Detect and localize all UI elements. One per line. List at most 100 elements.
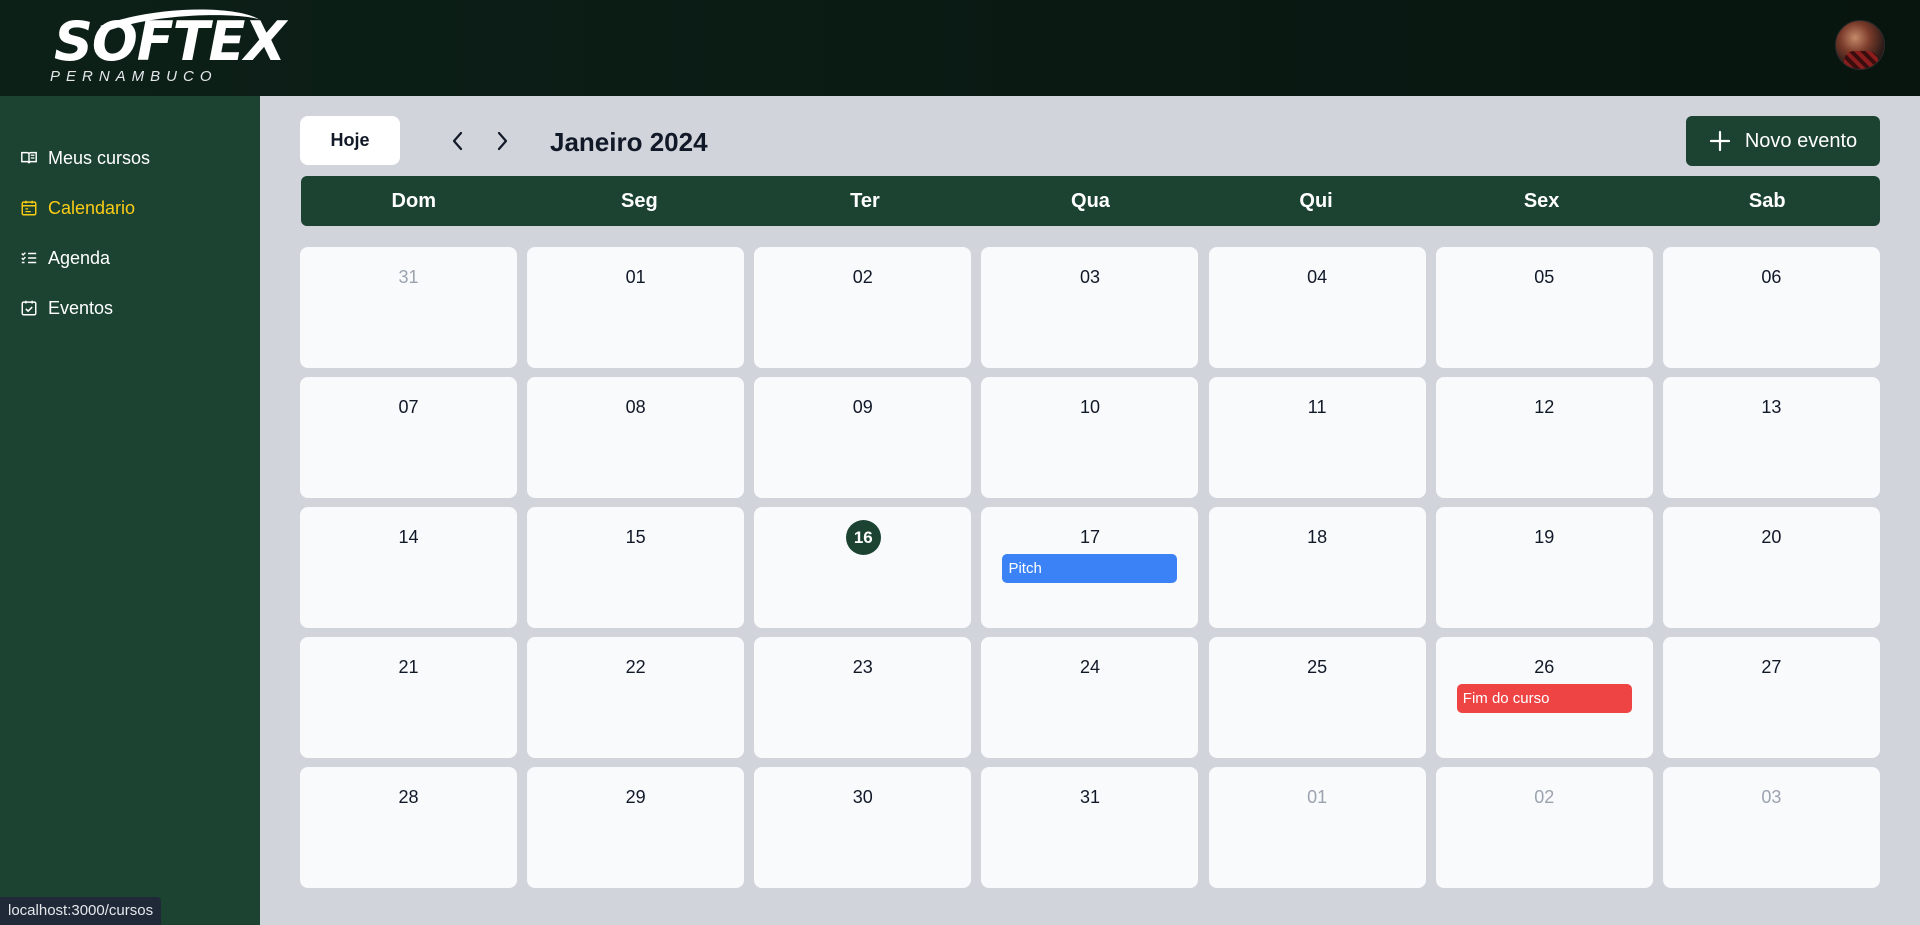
calendar-day[interactable]: 07 [300, 377, 517, 498]
sidebar-item-agenda[interactable]: Agenda [20, 246, 110, 270]
day-number: 16 [845, 520, 881, 555]
calendar-day[interactable]: 04 [1208, 247, 1426, 368]
calendar-day[interactable]: 11 [1208, 377, 1426, 498]
new-event-label: Novo evento [1744, 129, 1858, 152]
day-number: 29 [625, 787, 646, 807]
prev-month-button[interactable] [443, 124, 473, 158]
calendar-event[interactable]: Fim do curso [1456, 684, 1632, 713]
day-number: 21 [398, 657, 419, 677]
calendar-day[interactable]: 30 [754, 767, 972, 888]
sidebar-item-label: Calendario [48, 197, 136, 218]
day-number: 31 [1079, 787, 1100, 807]
today-button[interactable]: Hoje [300, 116, 400, 165]
sidebar-item-label: Meus cursos [48, 147, 151, 168]
book-open-icon [21, 151, 37, 164]
calendar-day[interactable]: 23 [754, 637, 972, 758]
day-number: 06 [1761, 267, 1782, 287]
day-number: 31 [398, 267, 419, 287]
day-number: 18 [1307, 527, 1328, 547]
calendar-check-icon [21, 300, 37, 316]
calendar-day[interactable]: 15 [527, 507, 745, 628]
day-number: 01 [1307, 787, 1328, 807]
logo-subtext: PERNAMBUCO [50, 68, 218, 85]
day-number: 15 [625, 527, 646, 547]
calendar-day[interactable]: 03 [981, 247, 1199, 368]
day-number: 10 [1079, 397, 1100, 417]
weekday-label: Seg [621, 189, 658, 212]
day-number: 05 [1534, 267, 1555, 287]
plus-icon [1709, 130, 1730, 152]
calendar-day[interactable]: 03 [1662, 767, 1880, 888]
weekday-label: Qui [1299, 189, 1333, 212]
day-number: 02 [852, 267, 873, 287]
calendar-day[interactable]: 08 [527, 377, 745, 498]
calendar-icon [21, 200, 37, 216]
day-number: 13 [1761, 397, 1782, 417]
calendar-day[interactable]: 28 [300, 767, 517, 888]
softex-logo[interactable]: SOFTEX PERNAMBUCO [50, 8, 286, 88]
calendar-day[interactable]: 26 Fim do curso [1435, 637, 1653, 758]
status-bar-url: localhost:3000/cursos [0, 897, 162, 925]
calendar-day[interactable]: 02 [1435, 767, 1653, 888]
calendar-day[interactable]: 31 [981, 767, 1199, 888]
day-number: 28 [398, 787, 419, 807]
weekday-label: Ter [850, 189, 880, 212]
next-month-button[interactable] [487, 124, 517, 158]
day-number: 23 [852, 657, 873, 677]
day-number: 01 [625, 267, 646, 287]
calendar-event[interactable]: Pitch [1002, 554, 1178, 583]
user-avatar[interactable] [1835, 20, 1885, 70]
calendar-day-today[interactable]: 16 [754, 507, 972, 628]
calendar-day[interactable]: 31 [300, 247, 517, 368]
calendar-day[interactable]: 21 [300, 637, 517, 758]
calendar-day[interactable]: 12 [1435, 377, 1653, 498]
calendar-day[interactable]: 14 [300, 507, 517, 628]
calendar-day[interactable]: 13 [1662, 377, 1880, 498]
weekday-label: Sab [1748, 189, 1786, 212]
logo-text: SOFTEX [54, 10, 286, 73]
top-bar: SOFTEX PERNAMBUCO [0, 0, 1920, 96]
month-title: Janeiro 2024 [550, 127, 708, 157]
day-number: 08 [625, 397, 646, 417]
day-number: 14 [398, 527, 419, 547]
calendar-day[interactable]: 01 [1208, 767, 1426, 888]
calendar-day[interactable]: 22 [527, 637, 745, 758]
calendar-day[interactable]: 06 [1662, 247, 1880, 368]
weekday-label: Sex [1523, 189, 1560, 212]
calendar-day[interactable]: 01 [527, 247, 745, 368]
calendar-day[interactable]: 19 [1435, 507, 1653, 628]
day-number: 17 [1079, 527, 1100, 547]
new-event-button[interactable]: Novo evento [1686, 116, 1880, 166]
calendar-day[interactable]: 09 [754, 377, 972, 498]
calendar-day[interactable]: 20 [1662, 507, 1880, 628]
sidebar-item-meus-cursos[interactable]: Meus cursos [20, 146, 150, 170]
calendar-day[interactable]: 24 [981, 637, 1199, 758]
chevron-right-icon [497, 131, 508, 151]
weekday-header: Dom Seg Ter Qua Qui Sex Sab [301, 176, 1880, 226]
calendar-day[interactable]: 02 [754, 247, 972, 368]
sidebar-item-eventos[interactable]: Eventos [20, 296, 113, 320]
calendar-day[interactable]: 10 [981, 377, 1199, 498]
day-number: 09 [852, 397, 873, 417]
list-checks-icon [21, 252, 37, 264]
day-number: 11 [1307, 397, 1327, 417]
day-number: 03 [1761, 787, 1782, 807]
day-number: 04 [1307, 267, 1328, 287]
sidebar: Meus cursos Calendario Agenda Eventos [0, 96, 260, 925]
avatar-image [1844, 51, 1878, 69]
calendar-day[interactable]: 18 [1208, 507, 1426, 628]
calendar-day[interactable]: 17 Pitch [981, 507, 1199, 628]
day-number: 19 [1534, 527, 1555, 547]
day-number: 25 [1307, 657, 1328, 677]
calendar-day[interactable]: 25 [1208, 637, 1426, 758]
calendar-day[interactable]: 05 [1435, 247, 1653, 368]
calendar-day[interactable]: 29 [527, 767, 745, 888]
sidebar-item-label: Eventos [48, 297, 114, 318]
weekday-label: Qua [1071, 189, 1110, 212]
calendar-day[interactable]: 27 [1662, 637, 1880, 758]
day-number: 12 [1534, 397, 1555, 417]
sidebar-item-calendario[interactable]: Calendario [20, 196, 135, 220]
day-number: 26 [1534, 657, 1555, 677]
sidebar-item-label: Agenda [48, 247, 111, 268]
calendar-grid: 31 01 02 03 04 05 06 07 08 09 10 11 12 13 14 15 16 17 Pitc… [300, 247, 1880, 888]
